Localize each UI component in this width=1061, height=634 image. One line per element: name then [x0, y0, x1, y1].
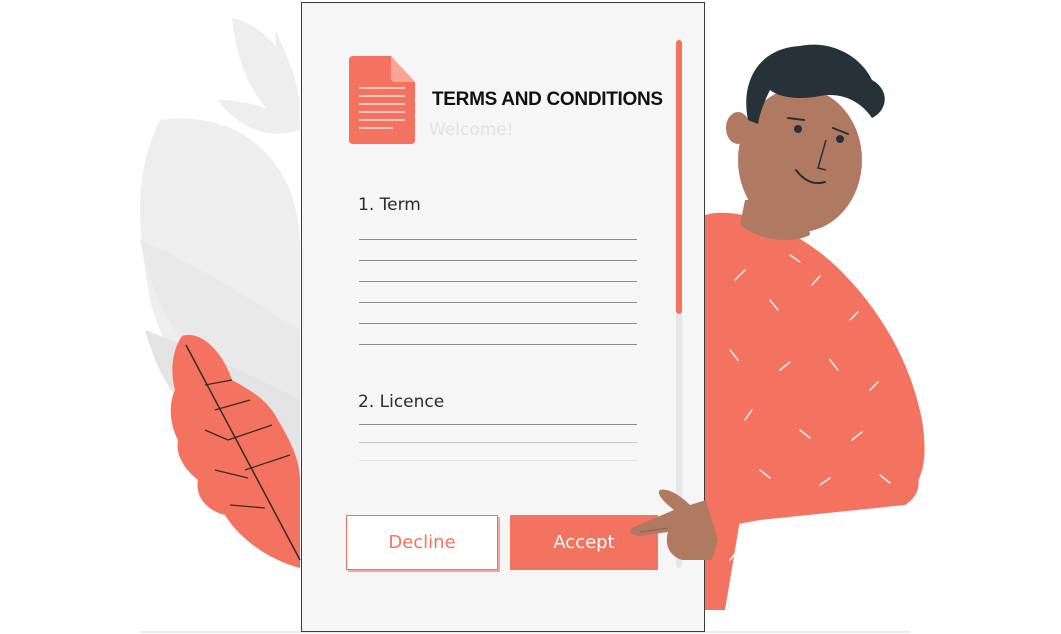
text-placeholder-line	[359, 460, 637, 461]
text-placeholder-line	[359, 281, 637, 282]
document-title: TERMS AND CONDITIONS	[432, 89, 663, 110]
accept-button[interactable]: Accept	[510, 515, 658, 570]
illustration-stage: TERMS AND CONDITIONS Welcome! 1. Term 2.…	[0, 0, 1061, 634]
text-placeholder-line	[359, 344, 637, 345]
scrollbar-thumb[interactable]	[676, 40, 682, 314]
text-placeholder-line	[359, 323, 637, 324]
document-subtitle: Welcome!	[429, 120, 514, 140]
text-placeholder-line	[359, 239, 637, 240]
person-figure	[705, 44, 925, 611]
text-placeholder-line	[359, 424, 637, 425]
text-placeholder-line	[359, 302, 637, 303]
text-placeholder-line	[359, 260, 637, 261]
document-icon	[349, 56, 415, 144]
decline-button[interactable]: Decline	[346, 515, 498, 570]
section-heading-licence: 2. Licence	[358, 392, 445, 412]
text-placeholder-line	[359, 442, 637, 443]
section-heading-term: 1. Term	[358, 195, 421, 215]
